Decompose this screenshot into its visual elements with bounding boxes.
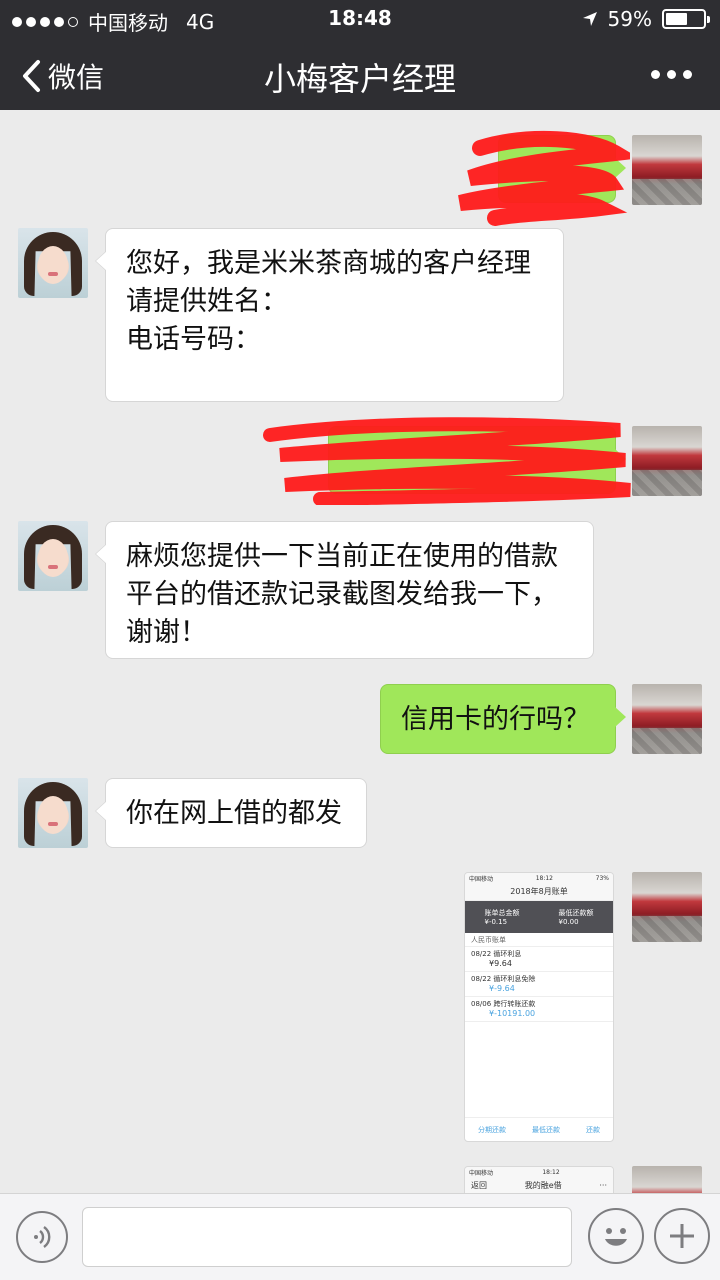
screenshot-title: 2018年8月账单: [465, 883, 613, 901]
stat-label: 最低还款额: [558, 909, 594, 917]
message-bubble[interactable]: 你在网上借的都发: [95, 778, 367, 848]
status-right: 59%: [582, 7, 710, 31]
message-input[interactable]: [82, 1207, 572, 1267]
screenshot-title-text: 我的融e借: [524, 1181, 562, 1190]
manager-avatar[interactable]: [18, 778, 88, 848]
screenshot-time: 18:12: [542, 1168, 560, 1176]
my-avatar[interactable]: [632, 135, 702, 205]
battery-icon: [662, 9, 710, 29]
row-date: 08/06: [471, 1000, 492, 1008]
stat-label: 账单总金额: [484, 909, 520, 917]
row-desc: 循环利息免除: [493, 975, 536, 983]
screenshot-summary: 账单总金额 ¥-0.15 最低还款额 ¥0.00: [465, 901, 613, 933]
input-bar: [0, 1193, 720, 1280]
footer-item: 还款: [586, 1125, 600, 1134]
screenshot-row: 08/22 循环利息 ¥9.64: [465, 947, 613, 972]
screenshot-row: 08/06 跨行转账还款 ¥-10191.00: [465, 997, 613, 1022]
screenshot-footer: 分期还款 最低还款 还款: [465, 1117, 613, 1141]
screenshot-time: 18:12: [535, 874, 553, 882]
my-avatar[interactable]: [632, 872, 702, 942]
row-amount: ¥9.64: [489, 959, 512, 968]
chat-title: 小梅客户经理: [263, 60, 456, 98]
row-date: 08/22: [471, 950, 492, 958]
voice-icon[interactable]: [16, 1211, 68, 1263]
screenshot-image-message[interactable]: 中国移动 18:12 返回 我的融e借 ···: [464, 1166, 614, 1193]
chat-area[interactable]: 您好，我是米米茶商城的客户经理 请提供姓名： 电话号码： 麻烦您提供一下当前正在…: [0, 110, 720, 1193]
manager-avatar[interactable]: [18, 228, 88, 298]
redaction-scribble: [263, 417, 631, 505]
screenshot-title: 返回 我的融e借 ···: [465, 1177, 613, 1193]
screenshot-back: 返回: [471, 1181, 487, 1190]
stat-value: ¥0.00: [558, 918, 579, 926]
screenshot-carrier: 中国移动: [469, 875, 494, 883]
status-bar: 中国移动 4G 18:48 59%: [0, 0, 720, 38]
more-dots-icon: ···: [599, 1181, 607, 1190]
redaction-scribble: [458, 130, 630, 226]
plus-icon[interactable]: [654, 1208, 710, 1264]
my-avatar[interactable]: [632, 426, 702, 496]
location-arrow-icon: [582, 12, 597, 26]
footer-item: 分期还款: [478, 1125, 506, 1134]
screenshot-status-bar: 中国移动 18:12 73%: [465, 873, 613, 883]
footer-item: 最低还款: [532, 1125, 560, 1134]
message-bubble[interactable]: 您好，我是米米茶商城的客户经理 请提供姓名： 电话号码：: [95, 228, 564, 402]
screenshot-carrier: 中国移动: [469, 1169, 494, 1177]
battery-percent: 59%: [607, 7, 652, 31]
row-desc: 循环利息: [493, 950, 522, 958]
screenshot-list-header: 人民币账单: [465, 933, 613, 947]
message-bubble[interactable]: 信用卡的行吗？: [380, 684, 626, 754]
stat-value: ¥-0.15: [484, 918, 508, 926]
row-desc: 跨行转账还款: [493, 1000, 536, 1008]
nav-bar: 微信 小梅客户经理: [0, 38, 720, 110]
screenshot-image-message[interactable]: 中国移动 18:12 73% 2018年8月账单 账单总金额 ¥-0.15 最低…: [464, 872, 614, 1142]
row-date: 08/22: [471, 975, 492, 983]
message-bubble[interactable]: 麻烦您提供一下当前正在使用的借款 平台的借还款记录截图发给我一下， 谢谢！: [95, 521, 594, 659]
my-avatar[interactable]: [632, 1166, 702, 1193]
manager-avatar[interactable]: [18, 521, 88, 591]
screenshot-row: 08/22 循环利息免除 ¥-9.64: [465, 972, 613, 997]
my-avatar[interactable]: [632, 684, 702, 754]
more-dots-icon[interactable]: [651, 70, 692, 79]
emoji-icon[interactable]: [588, 1208, 644, 1264]
screenshot-battery: 73%: [595, 874, 609, 882]
screenshot-status-bar: 中国移动 18:12: [465, 1167, 613, 1177]
row-amount: ¥-9.64: [489, 984, 515, 993]
row-amount: ¥-10191.00: [489, 1009, 536, 1018]
